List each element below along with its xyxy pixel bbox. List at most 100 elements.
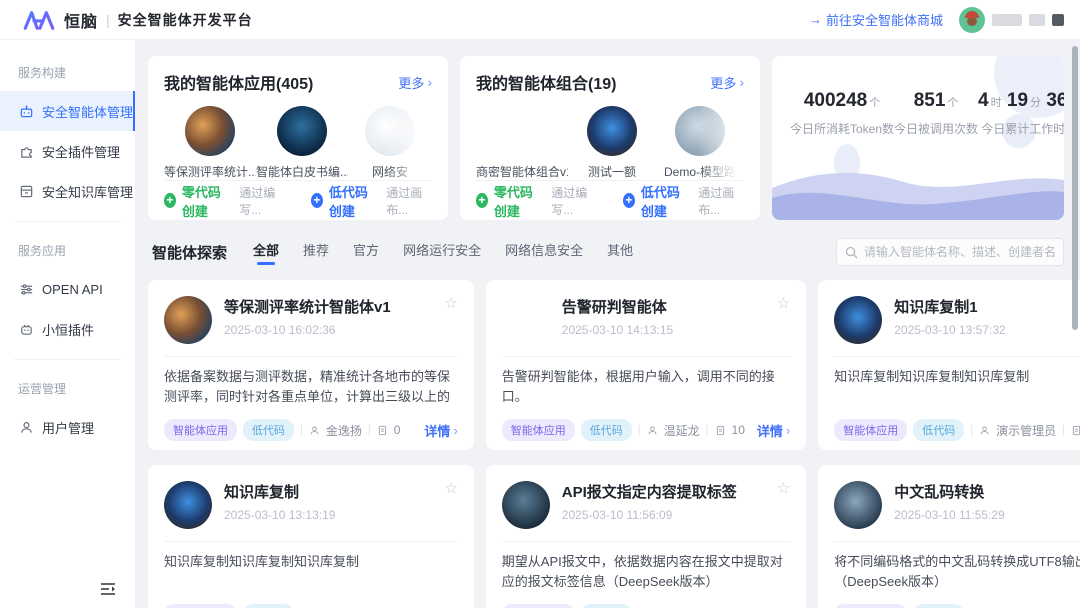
zero-code-create-button[interactable]: + 零代码创建 通过编写...	[164, 182, 285, 220]
stat-token-count: 400248 个 今日所消耗Token数	[790, 90, 895, 136]
sidebar-section-operations: 运营管理	[18, 382, 67, 396]
agent-combo-item[interactable]: Demo-模型路	[656, 106, 744, 180]
agent-date: 2025-03-10 13:13:19	[224, 508, 336, 522]
explore-title: 智能体探索	[152, 244, 228, 262]
agent-app-item[interactable]: 智能体白皮书编...	[256, 106, 348, 180]
knowledge-base-icon	[18, 183, 34, 199]
agent-combo-item[interactable]: 测试一额	[568, 106, 656, 180]
tab-recommended[interactable]: 推荐	[303, 240, 329, 265]
agent-app-avatar	[365, 106, 415, 156]
agent-app-list: 等保测评率统计... 智能体白皮书编... 网络安	[164, 106, 432, 180]
tag-low-code: 低代码	[913, 419, 965, 441]
agent-card[interactable]: API报文指定内容提取标签 ☆ 2025-03-10 11:56:09 期望从A…	[485, 465, 807, 608]
agent-avatar	[502, 296, 550, 344]
search-input[interactable]	[864, 245, 1055, 259]
tag-agent-app: 智能体应用	[164, 419, 237, 441]
agent-card[interactable]: 告警研判智能体 ☆ 2025-03-10 14:13:15 告警研判智能体，根据…	[485, 280, 807, 450]
doc-count: 10	[731, 423, 745, 437]
puzzle-icon	[18, 143, 34, 159]
top-header: 恒脑 | 安全智能体开发平台 → 前往安全智能体商城	[0, 0, 1080, 40]
tag-low-code: 低代码	[580, 604, 632, 608]
favorite-star-icon[interactable]: ☆	[777, 296, 790, 311]
sidebar-collapse-icon[interactable]	[100, 582, 116, 596]
chevron-right-icon: ›	[785, 422, 791, 438]
user-icon	[18, 419, 34, 435]
sidebar-item-agent-management[interactable]: 安全智能体管理	[0, 91, 135, 131]
tag-low-code: 低代码	[243, 604, 294, 608]
agent-date: 2025-03-10 11:56:09	[561, 508, 673, 522]
agent-date: 2025-03-10 11:55:29	[894, 508, 1005, 522]
creator-name: 金逸扬	[325, 423, 362, 438]
agent-card[interactable]: 等保测评率统计智能体v1 ☆ 2025-03-10 16:02:36 依据备案数…	[148, 280, 474, 450]
store-link[interactable]: → 前往安全智能体商城	[809, 10, 943, 29]
tab-network-operation-security[interactable]: 网络运行安全	[403, 240, 481, 265]
detail-link[interactable]: 详情 ›	[424, 421, 457, 440]
my-agent-combos-card: 我的智能体组合(19) 更多 › 商密智能体组合v1 测试一额 Demo-模型路	[460, 56, 760, 220]
agent-app-item[interactable]: 等保测评率统计...	[164, 106, 256, 180]
agent-card[interactable]: 知识库复制1 ☆ 2025-03-10 13:57:32 知识库复制知识库复制知…	[818, 280, 1080, 450]
plus-icon: +	[476, 193, 488, 208]
chevron-right-icon: ›	[453, 422, 458, 438]
creator-icon	[979, 425, 990, 436]
robot-icon	[18, 103, 34, 119]
sidebar-item-open-api[interactable]: OPEN API	[0, 269, 135, 309]
tab-network-information-security[interactable]: 网络信息安全	[505, 240, 583, 265]
agent-description: 告警研判智能体，根据用户输入，调用不同的接口。	[501, 369, 775, 405]
agent-description: 期望从API报文中，依据数据内容在报文中提取对应的报文标签信息（DeepSeek…	[501, 554, 783, 590]
sidebar-item-plugin-management[interactable]: 安全插件管理	[0, 131, 135, 171]
sidebar-item-xiaoheng-plugin[interactable]: 小恒插件	[0, 309, 135, 349]
agent-description: 知识库复制知识库复制知识库复制	[164, 554, 360, 569]
apps-more-link[interactable]: 更多 ›	[398, 73, 432, 92]
agent-search-box	[836, 238, 1064, 266]
chevron-right-icon: ›	[739, 74, 744, 90]
sidebar-item-knowledge-base-management[interactable]: 安全知识库管理	[0, 171, 135, 211]
tag-agent-app: 智能体应用	[164, 604, 237, 608]
sliders-icon	[18, 281, 34, 297]
agent-title: API报文指定内容提取标签	[561, 484, 737, 501]
favorite-star-icon[interactable]: ☆	[777, 481, 790, 496]
combos-more-link[interactable]: 更多 ›	[710, 73, 744, 92]
tag-low-code: 低代码	[580, 419, 632, 441]
avatar[interactable]	[959, 6, 985, 33]
favorite-star-icon[interactable]: ☆	[444, 481, 457, 496]
tab-all[interactable]: 全部	[253, 240, 279, 265]
tab-other[interactable]: 其他	[607, 240, 633, 265]
low-code-create-button[interactable]: + 低代码创建 通过画布...	[311, 182, 432, 220]
sidebar-item-user-management[interactable]: 用户管理	[0, 407, 135, 447]
detail-link[interactable]: 详情 ›	[757, 421, 790, 440]
agent-avatar	[834, 481, 883, 529]
agent-date: 2025-03-10 14:13:15	[561, 323, 674, 337]
agent-app-item[interactable]: 网络安	[348, 106, 432, 180]
low-code-create-button[interactable]: + 低代码创建 通过画布...	[623, 182, 744, 220]
agent-combo-list: 商密智能体组合v1 测试一额 Demo-模型路	[476, 106, 744, 180]
explore-tabs: 全部 推荐 官方 网络运行安全 网络信息安全 其他	[253, 240, 633, 265]
creator-name: 演示管理员	[996, 423, 1057, 438]
agent-description: 知识库复制知识库复制知识库复制	[834, 369, 1030, 384]
agent-avatar	[164, 481, 212, 529]
agent-grid: 等保测评率统计智能体v1 ☆ 2025-03-10 16:02:36 依据备案数…	[148, 280, 1080, 608]
tag-agent-app: 智能体应用	[501, 419, 575, 441]
agent-card[interactable]: 中文乱码转换 ☆ 2025-03-10 11:55:29 将不同编码格式的中文乱…	[818, 465, 1080, 608]
plugin-robot-icon	[18, 321, 34, 337]
agent-app-avatar	[185, 106, 235, 156]
sidebar-section-apps: 服务应用	[18, 244, 67, 258]
arrow-right-icon: →	[808, 12, 822, 27]
agent-description: 将不同编码格式的中文乱码转换成UTF8输出（DeepSeek版本）	[834, 554, 1080, 590]
brand-separator: |	[106, 11, 110, 28]
explore-header: 智能体探索 全部 推荐 官方 网络运行安全 网络信息安全 其他	[152, 238, 1064, 266]
favorite-star-icon[interactable]: ☆	[444, 296, 457, 311]
vertical-scrollbar[interactable]	[1072, 46, 1078, 330]
username-redacted	[1029, 13, 1045, 26]
tag-low-code: 低代码	[243, 419, 294, 441]
sidebar-divider	[14, 359, 121, 360]
zero-code-create-button[interactable]: + 零代码创建 通过编写...	[476, 182, 597, 220]
menu-toggle-redacted[interactable]	[1052, 13, 1064, 26]
agent-combo-avatar	[675, 106, 725, 156]
stat-call-count: 851 个 今日被调用次数	[894, 90, 979, 136]
sidebar-divider	[14, 221, 121, 222]
tab-official[interactable]: 官方	[353, 240, 379, 265]
tag-agent-app: 智能体应用	[834, 419, 908, 441]
doc-count-icon	[1071, 425, 1080, 436]
agent-combo-item[interactable]: 商密智能体组合v1	[476, 106, 568, 180]
agent-card[interactable]: 知识库复制 ☆ 2025-03-10 13:13:19 知识库复制知识库复制知识…	[148, 465, 474, 608]
